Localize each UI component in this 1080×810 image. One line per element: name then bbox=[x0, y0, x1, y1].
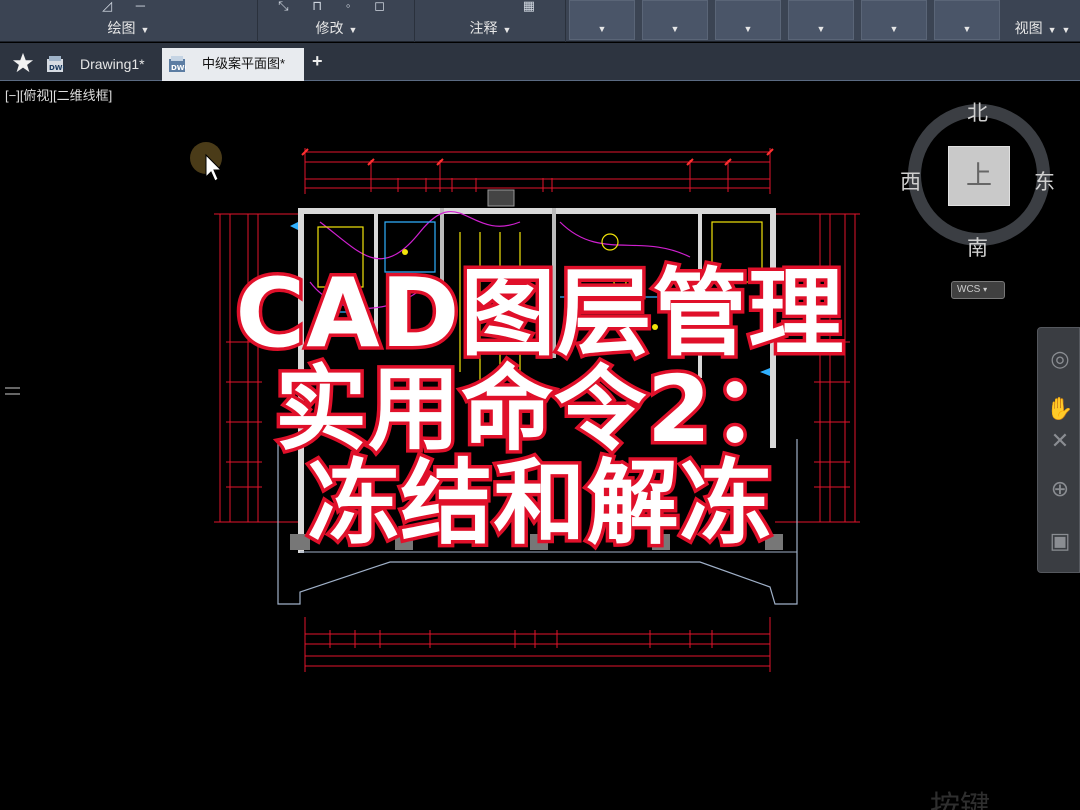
chevron-down-icon: ▼ bbox=[743, 24, 753, 34]
annotation-panel: ▦ 注释 ▼ bbox=[416, 0, 566, 42]
annotation-panel-title[interactable]: 注释 ▼ bbox=[416, 18, 565, 38]
pan-hand-icon[interactable]: ✋ bbox=[1045, 396, 1075, 422]
draw-tools-icon[interactable]: ◿ ─ bbox=[0, 0, 257, 14]
compass-north[interactable]: 北 bbox=[967, 97, 988, 127]
chevron-down-icon: ▼ bbox=[816, 24, 826, 34]
draw-panel: ◿ ─ 绘图 ▼ bbox=[0, 0, 258, 42]
chevron-down-icon: ▼ bbox=[348, 25, 358, 35]
ribbon-dropdown-button-3[interactable]: ▼ bbox=[715, 0, 781, 40]
svg-text:DWG: DWG bbox=[49, 64, 64, 72]
view-panel-title[interactable]: 视图 ▼ ▼ bbox=[1005, 18, 1080, 38]
tab-label: Drawing1* bbox=[80, 56, 145, 72]
ribbon-dropdown-button-6[interactable]: ▼ bbox=[934, 0, 1000, 40]
chevron-down-icon: ▼ bbox=[889, 24, 899, 34]
chevron-down-icon: ▼ bbox=[670, 24, 680, 34]
ribbon-dropdown-button-2[interactable]: ▼ bbox=[642, 0, 708, 40]
table-icon[interactable]: ▦ bbox=[416, 0, 565, 14]
bottom-dimensions bbox=[304, 617, 771, 672]
wcs-menu[interactable]: WCS ▾ bbox=[951, 281, 1005, 299]
draw-panel-title[interactable]: 绘图 ▼ bbox=[0, 18, 257, 38]
modify-panel: ⤡ ⊓ ◦ ◻ 修改 ▼ bbox=[259, 0, 415, 42]
chevron-down-icon: ▼ bbox=[1047, 25, 1057, 35]
title-overlay-line2: 实用命令2： bbox=[271, 356, 807, 463]
chevron-down-icon: ▼ bbox=[597, 24, 607, 34]
title-overlay-line1: CAD图层管理 bbox=[232, 259, 847, 369]
title-overlay-line3: 冻结和解冻 bbox=[304, 450, 775, 557]
compass-south[interactable]: 南 bbox=[967, 232, 988, 262]
watermark-text: 按键 bbox=[930, 790, 990, 810]
view-panel: 视图 ▼ ▼ bbox=[1005, 0, 1080, 42]
wcs-label: WCS bbox=[957, 284, 981, 295]
chevron-down-icon: ▼ bbox=[1061, 25, 1071, 35]
modify-panel-title[interactable]: 修改 ▼ bbox=[259, 18, 414, 38]
tab-floor-plan[interactable]: DWG 中级案平面图* bbox=[162, 48, 304, 81]
top-dimensions bbox=[304, 148, 771, 194]
ribbon-dropdown-button-4[interactable]: ▼ bbox=[788, 0, 854, 40]
ribbon-dropdown-button-1[interactable]: ▼ bbox=[569, 0, 635, 40]
chevron-down-icon: ▾ bbox=[983, 285, 988, 294]
compass-west[interactable]: 西 bbox=[900, 166, 921, 196]
zoom-icon[interactable]: ✕ bbox=[1045, 428, 1075, 454]
showmotion-icon[interactable]: ▣ bbox=[1045, 528, 1075, 554]
drawing-file-icon: DWG bbox=[169, 56, 186, 72]
file-tab-bar: DWG Drawing1* DWG 中级案平面图* + bbox=[0, 43, 1080, 81]
orbit-icon[interactable]: ⊕ bbox=[1045, 476, 1075, 502]
chevron-down-icon: ▼ bbox=[962, 24, 972, 34]
door-marker bbox=[487, 189, 515, 207]
modify-tools-icon[interactable]: ⤡ ⊓ ◦ ◻ bbox=[259, 0, 414, 14]
new-tab-plus-icon[interactable]: + bbox=[312, 51, 323, 72]
svg-text:DWG: DWG bbox=[171, 64, 186, 72]
chevron-down-icon: ▼ bbox=[502, 25, 512, 35]
viewcube-top-face[interactable]: 上 bbox=[948, 146, 1010, 206]
compass-east[interactable]: 东 bbox=[1034, 166, 1055, 196]
ribbon-dropdown-button-5[interactable]: ▼ bbox=[861, 0, 927, 40]
drawing-file-icon: DWG bbox=[47, 56, 64, 72]
star-icon[interactable] bbox=[12, 52, 34, 74]
navigation-bar: ◎ ✋ ✕ ⊕ ▣ bbox=[1037, 327, 1080, 573]
tab-label: 中级案平面图* bbox=[202, 56, 286, 71]
steering-wheel-icon[interactable]: ◎ bbox=[1045, 346, 1075, 372]
ribbon: ◿ ─ 绘图 ▼ ⤡ ⊓ ◦ ◻ 修改 ▼ ▦ 注释 ▼ ▼ ▼ ▼ ▼ ▼ ▼ 视图… bbox=[0, 0, 1080, 42]
tab-drawing1[interactable]: DWG Drawing1* bbox=[40, 48, 160, 81]
chevron-down-icon: ▼ bbox=[140, 25, 150, 35]
top-dimension-ticks bbox=[301, 148, 774, 166]
